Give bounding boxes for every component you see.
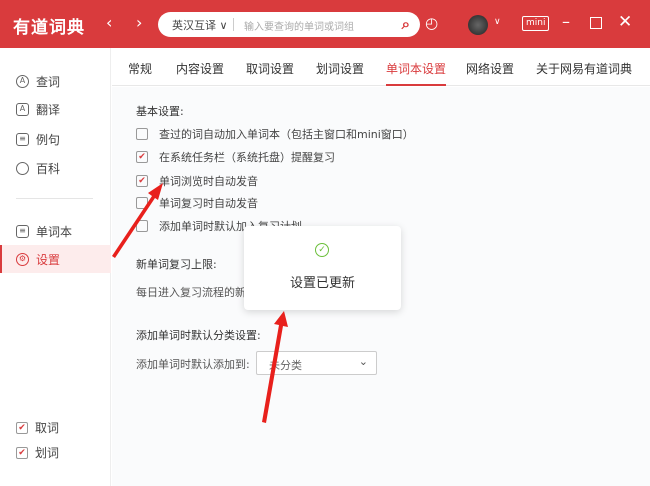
divider	[233, 18, 234, 31]
document-icon: ≡	[16, 133, 29, 146]
checkbox[interactable]: ✔	[16, 446, 28, 459]
search-bar[interactable]: 英汉互译 ∨ 输入要查询的单词或词组 ⌕	[158, 12, 420, 37]
search-icon[interactable]: ⌕	[402, 15, 410, 33]
toast-notification: ✓ 设置已更新	[244, 226, 401, 310]
settings-tabs: 常规 内容设置 取词设置 划词设置 单词本设置 网络设置 关于网易有道词典	[112, 48, 650, 86]
avatar[interactable]	[468, 15, 488, 35]
close-icon[interactable]: ✕	[618, 12, 632, 32]
tab-about[interactable]: 关于网易有道词典	[536, 60, 632, 77]
sidebar-item-label: 翻译	[36, 103, 61, 117]
checkbox[interactable]: ✔	[16, 421, 28, 434]
checkbox[interactable]	[136, 197, 148, 209]
lightbulb-icon	[16, 162, 29, 175]
search-icon: A	[16, 75, 29, 88]
tab-content[interactable]: 内容设置	[176, 60, 224, 77]
maximize-icon[interactable]	[590, 17, 602, 29]
option-label: 单词浏览时自动发音	[159, 175, 258, 188]
history-icon[interactable]: ◴	[425, 14, 438, 32]
option-auto-add[interactable]: 查过的词自动加入单词本（包括主窗口和mini窗口）	[136, 126, 414, 142]
option-tray-reminder[interactable]: ✔ 在系统任务栏（系统托盘）提醒复习	[136, 149, 335, 165]
sidebar: A 查词 A 翻译 ≡ 例句 百科 ≡ 单词本 ⚙ 设置 ✔ 取词 ✔ 划词	[0, 48, 111, 486]
checkbox[interactable]	[136, 128, 148, 140]
checkbox[interactable]: ✔	[136, 175, 148, 187]
minimize-icon[interactable]: –	[562, 12, 570, 31]
tab-general[interactable]: 常规	[128, 60, 152, 77]
checkbox[interactable]: ✔	[136, 151, 148, 163]
option-browse-pronounce[interactable]: ✔ 单词浏览时自动发音	[136, 173, 258, 189]
checkbox[interactable]	[136, 220, 148, 232]
check-circle-icon: ✓	[315, 243, 329, 257]
sidebar-item-translate[interactable]: A 翻译	[16, 101, 60, 118]
category-select[interactable]: 未分类 ⌄	[256, 351, 377, 375]
tab-network[interactable]: 网络设置	[466, 60, 514, 77]
chevron-down-icon: ⌄	[358, 355, 368, 368]
tab-capture[interactable]: 取词设置	[246, 60, 294, 77]
sidebar-item-examples[interactable]: ≡ 例句	[16, 131, 60, 148]
search-input[interactable]: 输入要查询的单词或词组	[244, 18, 354, 33]
section-title: 基本设置:	[136, 105, 184, 118]
toggle-label: 划词	[35, 446, 60, 460]
option-label: 在系统任务栏（系统托盘）提醒复习	[159, 151, 335, 164]
sidebar-item-lookup[interactable]: A 查词	[16, 73, 60, 90]
option-review-pronounce[interactable]: 单词复习时自动发音	[136, 195, 258, 211]
sidebar-item-label: 百科	[36, 162, 61, 176]
mini-mode-button[interactable]: mini	[522, 16, 550, 31]
tab-wordbook[interactable]: 单词本设置	[386, 60, 447, 86]
category-label: 添加单词时默认添加到:	[136, 358, 250, 371]
tab-select[interactable]: 划词设置	[316, 60, 364, 77]
sidebar-item-label: 单词本	[36, 225, 73, 239]
back-button[interactable]: ‹	[106, 13, 112, 32]
clipboard-icon: ≡	[16, 225, 29, 238]
app-logo: 有道词典	[13, 18, 85, 38]
section-title: 新单词复习上限:	[136, 258, 217, 271]
toggle-label: 取词	[35, 421, 60, 435]
forward-button[interactable]: ›	[136, 13, 142, 32]
sidebar-item-label: 例句	[36, 133, 61, 147]
translate-icon: A	[16, 103, 29, 116]
language-select[interactable]: 英汉互译 ∨	[172, 17, 228, 33]
option-label: 查过的词自动加入单词本（包括主窗口和mini窗口）	[159, 128, 414, 141]
sidebar-divider	[16, 198, 93, 199]
sidebar-item-settings[interactable]: ⚙ 设置	[0, 245, 111, 273]
select-value: 未分类	[269, 359, 302, 372]
gear-icon: ⚙	[16, 252, 29, 266]
toast-message: 设置已更新	[289, 276, 355, 291]
sidebar-item-encyclopedia[interactable]: 百科	[16, 160, 60, 177]
chevron-down-icon[interactable]: ∨	[494, 17, 501, 27]
toggle-capture-word[interactable]: ✔ 取词	[16, 419, 59, 436]
sidebar-item-wordbook[interactable]: ≡ 单词本	[16, 223, 72, 240]
toggle-select-word[interactable]: ✔ 划词	[16, 444, 59, 461]
title-bar: 有道词典 ‹ › 英汉互译 ∨ 输入要查询的单词或词组 ⌕ ◴ ∨ mini –…	[0, 0, 650, 48]
sidebar-item-label: 设置	[36, 252, 61, 267]
sidebar-item-label: 查词	[36, 75, 61, 89]
option-label: 单词复习时自动发音	[159, 197, 258, 210]
section-title: 添加单词时默认分类设置:	[136, 329, 261, 342]
